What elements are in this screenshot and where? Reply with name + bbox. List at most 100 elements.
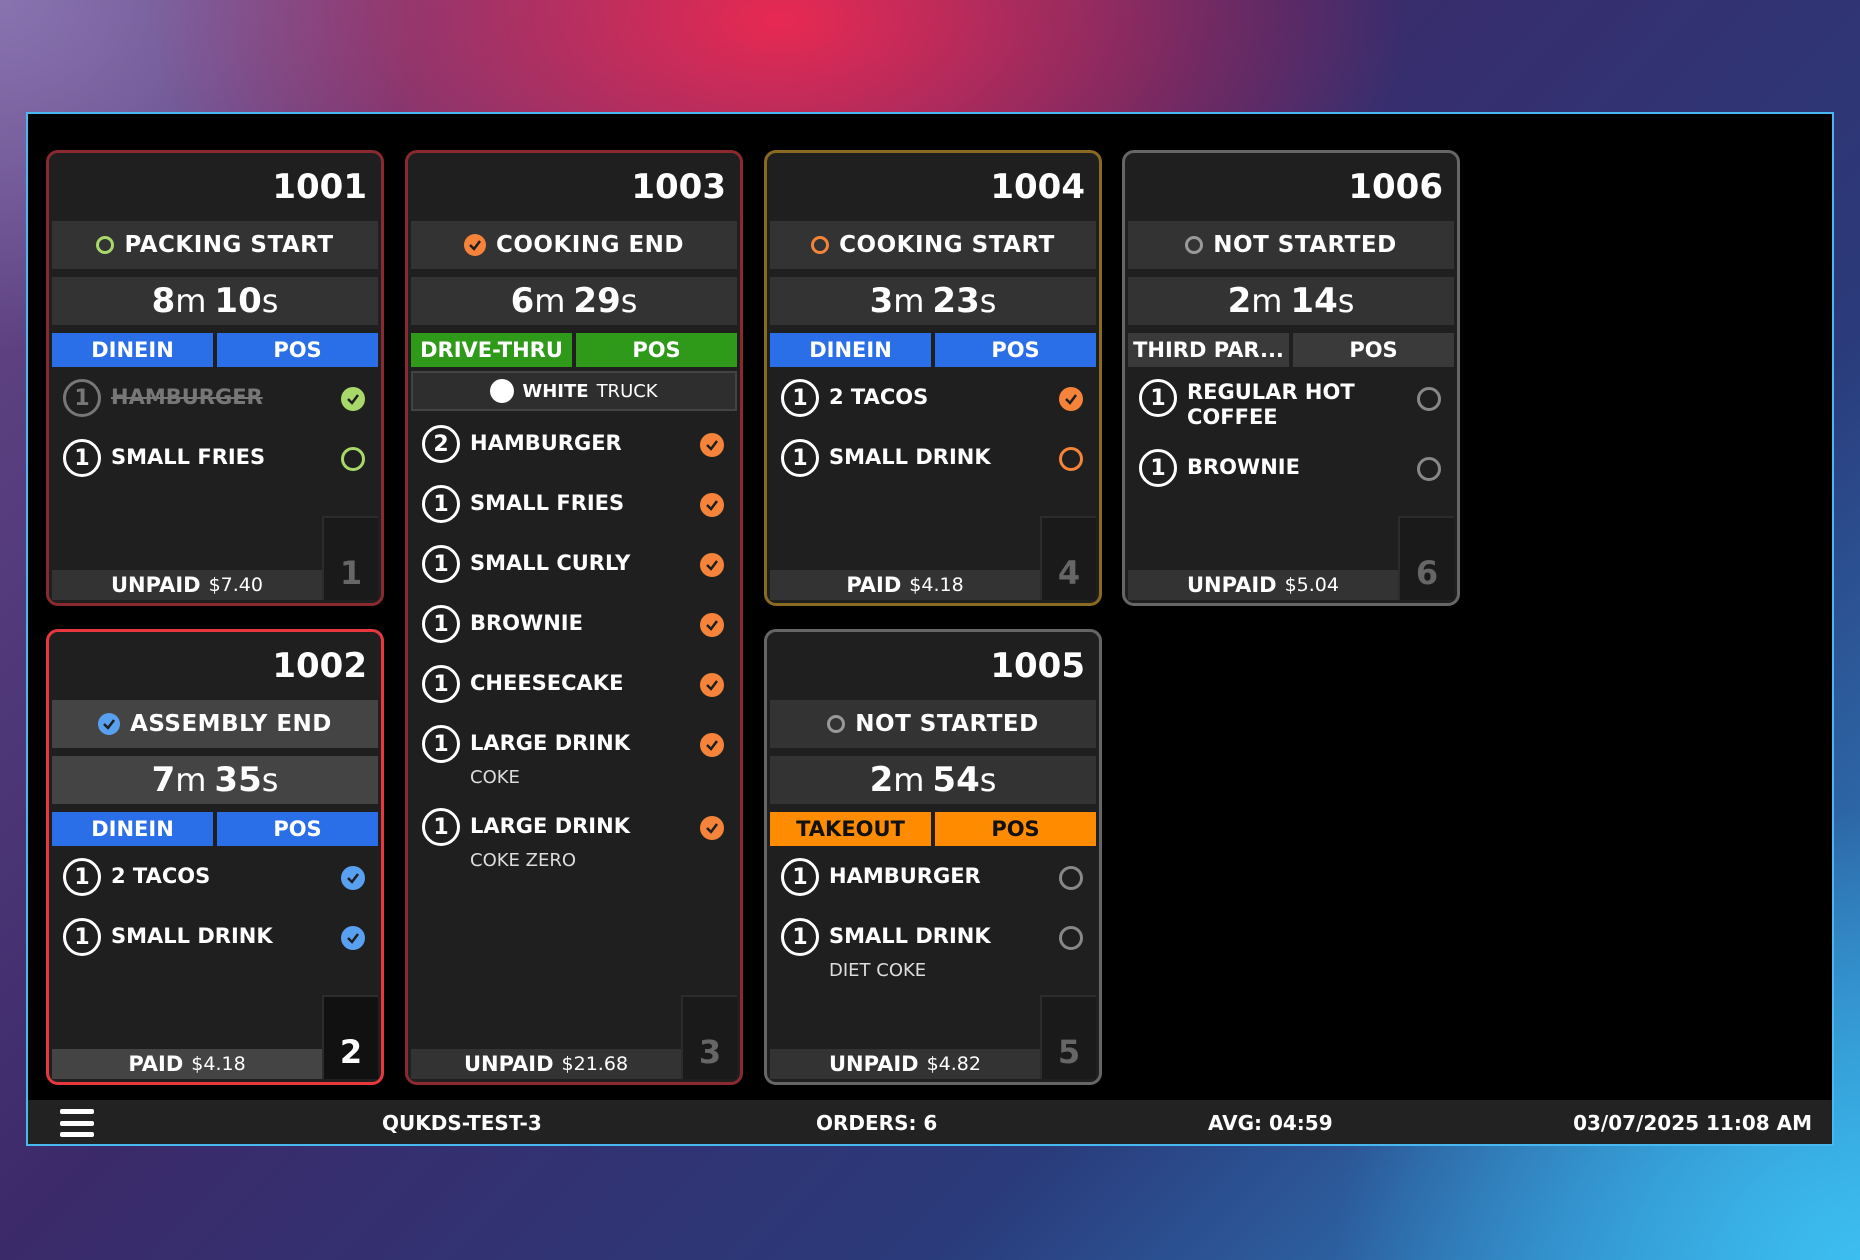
list-item[interactable]: 1 LARGE DRINK COKE ZERO xyxy=(422,808,726,891)
order-tags: DRIVE-THRU POS xyxy=(411,333,737,367)
quantity-badge: 1 xyxy=(781,918,819,956)
order-card-1005[interactable]: 1005 NOT STARTED 2 m 54 s TAKEOUT POS 1 HAM… xyxy=(764,629,1102,1085)
order-source-tag: POS xyxy=(935,333,1096,367)
list-item[interactable]: 1 SMALL FRIES xyxy=(63,439,367,499)
check-circle-icon[interactable] xyxy=(341,387,365,411)
list-item[interactable]: 1 CHEESECAKE xyxy=(422,665,726,725)
payment-status: UNPAID $5.04 xyxy=(1128,570,1398,600)
order-source-tag: POS xyxy=(935,812,1096,846)
item-name: 2 TACOS xyxy=(111,864,211,888)
quantity-badge: 1 xyxy=(422,808,460,846)
order-timer: 8 m 10 s xyxy=(52,277,378,325)
order-card-1004[interactable]: 1004 COOKING START 3 m 23 s DINEIN POS 1 2 … xyxy=(764,150,1102,606)
item-name: REGULAR HOT COFFEE xyxy=(1187,380,1355,429)
order-card-1001[interactable]: 1001 PACKING START 8 m 10 s DINEIN POS 1 HA… xyxy=(46,150,384,606)
order-status[interactable]: ASSEMBLY END xyxy=(52,700,378,748)
date-time: 03/07/2025 11:08 AM xyxy=(1573,1111,1812,1135)
order-status[interactable]: NOT STARTED xyxy=(1128,221,1454,269)
item-name: BROWNIE xyxy=(470,611,583,635)
check-circle-icon[interactable] xyxy=(700,493,724,517)
item-modifier: DIET COKE xyxy=(829,960,927,981)
list-item[interactable]: 1 SMALL DRINK DIET COKE xyxy=(781,918,1085,1001)
quantity-badge: 1 xyxy=(422,725,460,763)
list-item[interactable]: 1 BROWNIE xyxy=(1139,449,1443,509)
order-source-tag: POS xyxy=(576,333,737,367)
order-source-tag: POS xyxy=(217,812,378,846)
list-item[interactable]: 1 REGULAR HOT COFFEE xyxy=(1139,379,1443,449)
order-source-tag: POS xyxy=(217,333,378,367)
quantity-badge: 1 xyxy=(1139,449,1177,487)
order-card-1006[interactable]: 1006 NOT STARTED 2 m 14 s THIRD PAR... POS … xyxy=(1122,150,1460,606)
order-tags: THIRD PAR... POS xyxy=(1128,333,1454,367)
slot-number: 6 xyxy=(1398,516,1454,600)
status-circle-icon xyxy=(827,715,846,733)
order-status[interactable]: COOKING START xyxy=(770,221,1096,269)
order-count: ORDERS: 6 xyxy=(816,1111,938,1135)
empty-circle-icon[interactable] xyxy=(341,447,365,471)
check-circle-icon[interactable] xyxy=(341,926,365,950)
vehicle-info: WHITE TRUCK xyxy=(411,371,737,411)
order-status[interactable]: PACKING START xyxy=(52,221,378,269)
empty-circle-icon[interactable] xyxy=(1059,447,1083,471)
quantity-badge: 1 xyxy=(1139,379,1177,417)
list-item[interactable]: 1 HAMBURGER xyxy=(63,379,367,439)
order-status[interactable]: NOT STARTED xyxy=(770,700,1096,748)
check-circle-icon[interactable] xyxy=(700,816,724,840)
hamburger-menu-icon[interactable] xyxy=(60,1109,94,1137)
payment-status: PAID $4.18 xyxy=(52,1049,322,1079)
payment-status: UNPAID $7.40 xyxy=(52,570,322,600)
station-name: QUKDS-TEST-3 xyxy=(382,1111,542,1135)
order-type-tag: DINEIN xyxy=(52,812,213,846)
item-name: LARGE DRINK xyxy=(470,731,630,755)
order-type-tag: DINEIN xyxy=(52,333,213,367)
check-circle-icon xyxy=(98,713,121,735)
list-item[interactable]: 1 SMALL FRIES xyxy=(422,485,726,545)
list-item[interactable]: 1 SMALL DRINK xyxy=(781,439,1085,499)
quantity-badge: 1 xyxy=(63,379,101,417)
slot-number: 1 xyxy=(322,516,378,600)
empty-circle-icon[interactable] xyxy=(1059,866,1083,890)
order-timer: 2 m 54 s xyxy=(770,756,1096,804)
empty-circle-icon[interactable] xyxy=(1417,457,1441,481)
check-circle-icon[interactable] xyxy=(700,613,724,637)
order-status[interactable]: COOKING END xyxy=(411,221,737,269)
empty-circle-icon[interactable] xyxy=(1417,387,1441,411)
item-list: 1 HAMBURGER 1 SMALL DRINK DIET COKE xyxy=(781,858,1085,1001)
average-time: AVG: 04:59 xyxy=(1208,1111,1333,1135)
vehicle-color-icon xyxy=(490,379,515,403)
list-item[interactable]: 1 2 TACOS xyxy=(781,379,1085,439)
item-list: 1 2 TACOS 1 SMALL DRINK xyxy=(781,379,1085,499)
item-name: HAMBURGER xyxy=(111,385,263,409)
check-circle-icon[interactable] xyxy=(341,866,365,890)
empty-circle-icon[interactable] xyxy=(1059,926,1083,950)
order-card-1002[interactable]: 1002 ASSEMBLY END 7 m 35 s DINEIN POS 1 2 T… xyxy=(46,629,384,1085)
item-name: SMALL DRINK xyxy=(111,924,273,948)
check-circle-icon[interactable] xyxy=(700,433,724,457)
list-item[interactable]: 1 LARGE DRINK COKE xyxy=(422,725,726,808)
order-tags: TAKEOUT POS xyxy=(770,812,1096,846)
payment-status: UNPAID $21.68 xyxy=(411,1049,681,1079)
item-name: SMALL FRIES xyxy=(470,491,625,515)
quantity-badge: 1 xyxy=(422,605,460,643)
list-item[interactable]: 1 SMALL CURLY xyxy=(422,545,726,605)
kds-screen: 1001 PACKING START 8 m 10 s DINEIN POS 1 HA… xyxy=(26,112,1834,1146)
payment-status: PAID $4.18 xyxy=(770,570,1040,600)
list-item[interactable]: 1 SMALL DRINK xyxy=(63,918,367,978)
check-circle-icon[interactable] xyxy=(700,553,724,577)
order-type-tag: DINEIN xyxy=(770,333,931,367)
list-item[interactable]: 1 HAMBURGER xyxy=(781,858,1085,918)
list-item[interactable]: 1 2 TACOS xyxy=(63,858,367,918)
order-tags: DINEIN POS xyxy=(52,333,378,367)
item-name: SMALL FRIES xyxy=(111,445,266,469)
list-item[interactable]: 1 BROWNIE xyxy=(422,605,726,665)
quantity-badge: 1 xyxy=(422,545,460,583)
check-circle-icon[interactable] xyxy=(700,673,724,697)
order-card-1003[interactable]: 1003 COOKING END 6 m 29 s DRIVE-THRU POS WH… xyxy=(405,150,743,1085)
check-circle-icon[interactable] xyxy=(700,733,724,757)
order-source-tag: POS xyxy=(1293,333,1454,367)
slot-number: 3 xyxy=(681,995,737,1079)
list-item[interactable]: 2 HAMBURGER xyxy=(422,425,726,485)
status-circle-icon xyxy=(811,236,830,254)
status-bar: QUKDS-TEST-3 ORDERS: 6 AVG: 04:59 03/07/… xyxy=(28,1100,1832,1144)
check-circle-icon[interactable] xyxy=(1059,387,1083,411)
